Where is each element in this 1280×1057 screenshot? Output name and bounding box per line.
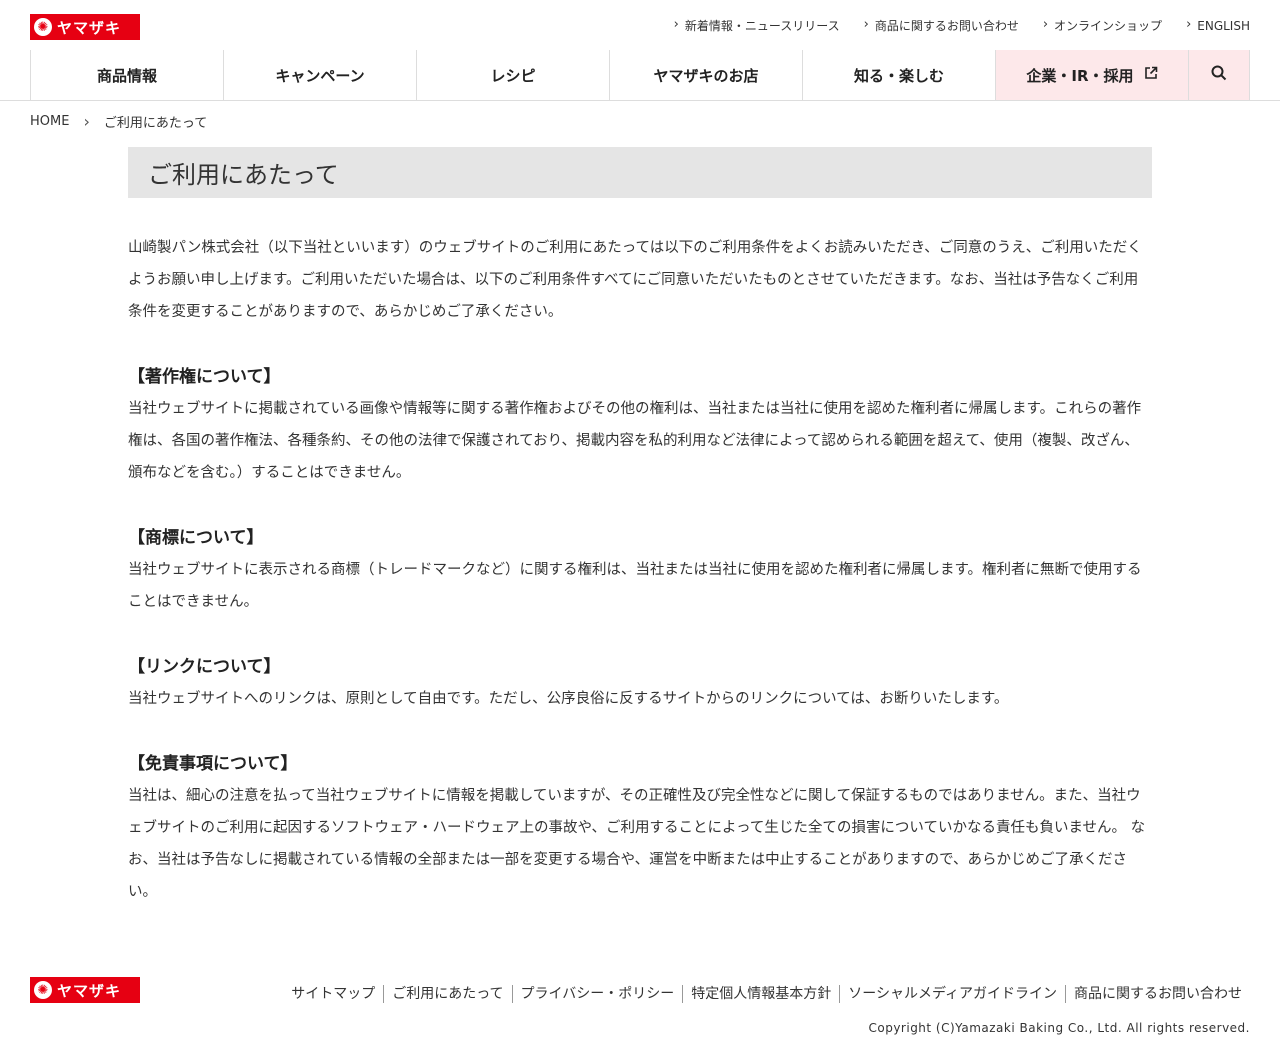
footer-link-personal-info[interactable]: 特定個人情報基本方針 xyxy=(682,985,839,1003)
main-content: ご利用にあたって 山崎製パン株式会社（以下当社といいます）のウェブサイトのご利用… xyxy=(128,147,1152,908)
section-copyright: 【著作権について】 当社ウェブサイトに掲載されている画像や情報等に関する著作権お… xyxy=(128,361,1152,489)
nav-label: レシピ xyxy=(490,66,536,85)
util-link-label: ENGLISH xyxy=(1197,18,1250,33)
copyright: Copyright (C)Yamazaki Baking Co., Ltd. A… xyxy=(868,1021,1250,1035)
external-link-icon xyxy=(1144,66,1158,84)
nav-label: 企業・IR・採用 xyxy=(1026,66,1134,85)
nav-item-learn-enjoy[interactable]: 知る・楽しむ xyxy=(803,50,996,100)
nav-item-products[interactable]: 商品情報 xyxy=(31,50,224,100)
breadcrumb-current: ご利用にあたって xyxy=(103,116,208,131)
nav-label: ヤマザキのお店 xyxy=(653,66,759,85)
sun-mark-icon: ✺ xyxy=(34,981,52,999)
footer-logo[interactable]: ✺ ヤマザキ xyxy=(30,977,140,1003)
footer-link-sitemap[interactable]: サイトマップ xyxy=(283,985,383,1003)
section-heading: 【免責事項について】 xyxy=(128,754,298,774)
util-link-label: オンラインショップ xyxy=(1054,19,1163,33)
search-icon xyxy=(1211,65,1227,85)
footer-links: サイトマップ ご利用にあたって プライバシー・ポリシー 特定個人情報基本方針 ソ… xyxy=(283,985,1250,1003)
nav-item-recipe[interactable]: レシピ xyxy=(417,50,610,100)
intro-text: 山崎製パン株式会社（以下当社といいます）のウェブサイトのご利用にあたっては以下の… xyxy=(128,240,1142,320)
section-body: 当社ウェブサイトへのリンクは、原則として自由です。ただし、公序良俗に反するサイト… xyxy=(128,691,1009,707)
section-body: 当社ウェブサイトに掲載されている画像や情報等に関する著作権およびその他の権利は、… xyxy=(128,401,1142,481)
util-link-news[interactable]: › 新着情報・ニュースリリース xyxy=(674,17,840,34)
chevron-right-icon: › xyxy=(83,112,90,131)
breadcrumb-home[interactable]: HOME xyxy=(30,114,69,129)
nav-item-shops[interactable]: ヤマザキのお店 xyxy=(610,50,803,100)
nav-label: キャンペーン xyxy=(275,66,365,85)
footer-link-privacy[interactable]: プライバシー・ポリシー xyxy=(511,985,683,1003)
section-links: 【リンクについて】 当社ウェブサイトへのリンクは、原則として自由です。ただし、公… xyxy=(128,651,1152,715)
nav-search-button[interactable] xyxy=(1189,50,1250,100)
nav-label: 商品情報 xyxy=(96,66,157,85)
utility-nav: › 新着情報・ニュースリリース › 商品に関するお問い合わせ › オンラインショップ … xyxy=(674,17,1250,34)
util-link-label: 商品に関するお問い合わせ xyxy=(874,19,1019,33)
site-logo[interactable]: ✺ ヤマザキ xyxy=(30,14,140,40)
page-title: ご利用にあたって xyxy=(128,147,1152,198)
nav-item-corporate[interactable]: 企業・IR・採用 xyxy=(996,50,1189,100)
nav-label: 知る・楽しむ xyxy=(853,66,944,85)
section-body: 当社ウェブサイトに表示される商標（トレードマークなど）に関する権利は、当社または… xyxy=(128,562,1142,610)
chevron-right-icon: › xyxy=(863,17,869,32)
util-link-shop[interactable]: › オンラインショップ xyxy=(1043,17,1162,34)
section-trademark: 【商標について】 当社ウェブサイトに表示される商標（トレードマークなど）に関する… xyxy=(128,522,1152,618)
chevron-right-icon: › xyxy=(673,17,679,32)
section-disclaimer: 【免責事項について】 当社は、細心の注意を払って当社ウェブサイトに情報を掲載して… xyxy=(128,748,1152,908)
section-heading: 【商標について】 xyxy=(128,528,264,548)
sun-mark-icon: ✺ xyxy=(34,18,52,36)
header-divider xyxy=(0,100,1280,101)
nav-item-campaign[interactable]: キャンペーン xyxy=(224,50,417,100)
footer-link-social-media[interactable]: ソーシャルメディアガイドライン xyxy=(839,985,1065,1003)
section-heading: 【著作権について】 xyxy=(128,367,281,387)
section-heading: 【リンクについて】 xyxy=(128,657,281,677)
logo-text: ヤマザキ xyxy=(57,981,122,1000)
chevron-right-icon: › xyxy=(1042,17,1049,32)
footer-link-contact[interactable]: 商品に関するお問い合わせ xyxy=(1065,985,1250,1003)
logo-text: ヤマザキ xyxy=(57,18,122,37)
global-nav: 商品情報 キャンペーン レシピ ヤマザキのお店 知る・楽しむ 企業・IR・採用 xyxy=(30,50,1251,100)
section-body: 当社は、細心の注意を払って当社ウェブサイトに情報を掲載していますが、その正確性及… xyxy=(128,788,1146,900)
util-link-label: 新着情報・ニュースリリース xyxy=(684,19,840,33)
chevron-right-icon: › xyxy=(1186,17,1192,32)
util-link-english[interactable]: › ENGLISH xyxy=(1186,17,1250,34)
breadcrumb: HOME › ご利用にあたって xyxy=(30,112,208,132)
util-link-contact[interactable]: › 商品に関するお問い合わせ xyxy=(864,17,1019,34)
footer-link-terms[interactable]: ご利用にあたって xyxy=(383,985,511,1003)
